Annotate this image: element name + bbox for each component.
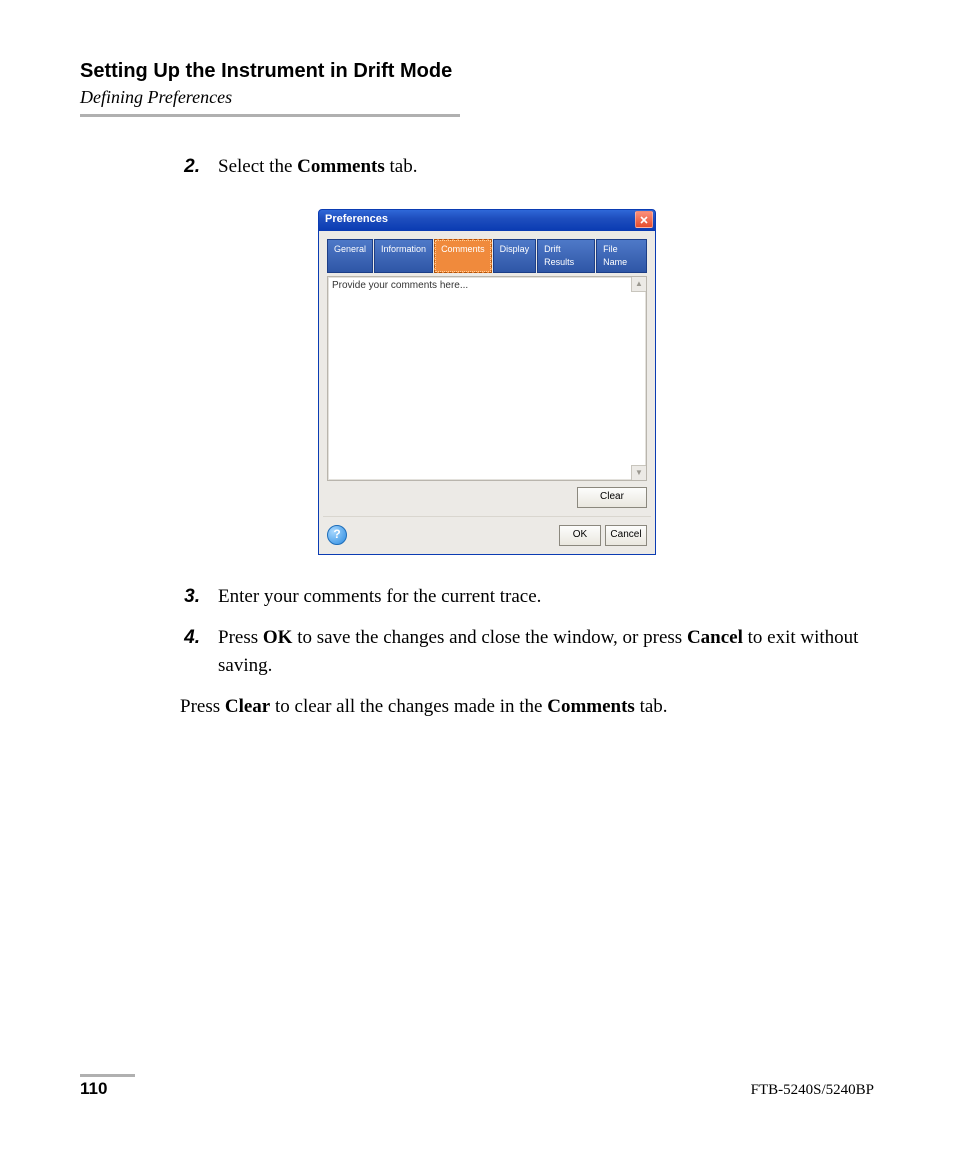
tab-strip: General Information Comments Display Dri…: [327, 239, 647, 273]
step-number: 2.: [180, 153, 200, 181]
text: to clear all the changes made in the: [270, 696, 547, 717]
preferences-dialog: Preferences General Information Comments…: [318, 209, 656, 555]
cancel-button[interactable]: Cancel: [605, 525, 647, 546]
bold-text: Clear: [225, 696, 270, 717]
dialog-titlebar: Preferences: [318, 209, 656, 231]
close-icon: [640, 216, 648, 224]
tab-display[interactable]: Display: [493, 239, 537, 273]
text: tab.: [385, 156, 418, 177]
page-number: 110: [80, 1079, 107, 1099]
document-page: Setting Up the Instrument in Drift Mode …: [0, 0, 954, 1159]
close-button[interactable]: [635, 211, 653, 228]
clear-button[interactable]: Clear: [577, 487, 647, 508]
help-button[interactable]: ?: [327, 525, 347, 545]
section-title: Setting Up the Instrument in Drift Mode: [80, 60, 874, 83]
chevron-down-icon: ▼: [635, 467, 643, 479]
section-subtitle: Defining Preferences: [80, 87, 874, 108]
step-number: 3.: [180, 583, 200, 611]
step-2: 2. Select the Comments tab.: [180, 153, 864, 181]
bold-text: OK: [263, 627, 293, 648]
step-4: 4. Press OK to save the changes and clos…: [180, 624, 864, 679]
tab-file-name[interactable]: File Name: [596, 239, 647, 273]
step-3: 3. Enter your comments for the current t…: [180, 583, 864, 611]
text: Press: [218, 627, 263, 648]
footer-divider: [80, 1074, 135, 1077]
text: tab.: [635, 696, 668, 717]
help-icon: ?: [333, 526, 340, 543]
step-text: Enter your comments for the current trac…: [218, 583, 864, 611]
bold-text: Cancel: [687, 627, 743, 648]
text: Select the: [218, 156, 297, 177]
tab-drift-results[interactable]: Drift Results: [537, 239, 595, 273]
text: to save the changes and close the window…: [292, 627, 687, 648]
dialog-screenshot: Preferences General Information Comments…: [318, 209, 864, 555]
document-id: FTB-5240S/5240BP: [751, 1082, 874, 1099]
textarea-placeholder: Provide your comments here...: [332, 280, 468, 291]
comments-textarea[interactable]: Provide your comments here... ▲ ▼: [327, 276, 647, 481]
steps-list: 2. Select the Comments tab. Preferences: [180, 153, 864, 679]
note-text: Press Clear to clear all the changes mad…: [180, 693, 864, 721]
page-footer: 110 FTB-5240S/5240BP: [80, 1079, 874, 1099]
step-text: Press OK to save the changes and close t…: [218, 624, 864, 679]
dialog-footer: ? OK Cancel: [327, 525, 647, 546]
dialog-body: General Information Comments Display Dri…: [318, 231, 656, 555]
bold-text: Comments: [297, 156, 385, 177]
dialog-title: Preferences: [325, 212, 388, 228]
separator: [323, 516, 651, 517]
bold-text: Comments: [547, 696, 635, 717]
tab-general[interactable]: General: [327, 239, 373, 273]
text: Press: [180, 696, 225, 717]
chevron-up-icon: ▲: [635, 278, 643, 290]
scroll-up-button[interactable]: ▲: [631, 277, 646, 292]
header-divider: [80, 114, 460, 117]
tab-information[interactable]: Information: [374, 239, 433, 273]
tab-comments[interactable]: Comments: [434, 239, 492, 273]
scroll-down-button[interactable]: ▼: [631, 465, 646, 480]
step-number: 4.: [180, 624, 200, 652]
button-row: OK Cancel: [555, 525, 647, 546]
clear-row: Clear: [327, 481, 647, 510]
step-text: Select the Comments tab.: [218, 153, 864, 181]
ok-button[interactable]: OK: [559, 525, 601, 546]
